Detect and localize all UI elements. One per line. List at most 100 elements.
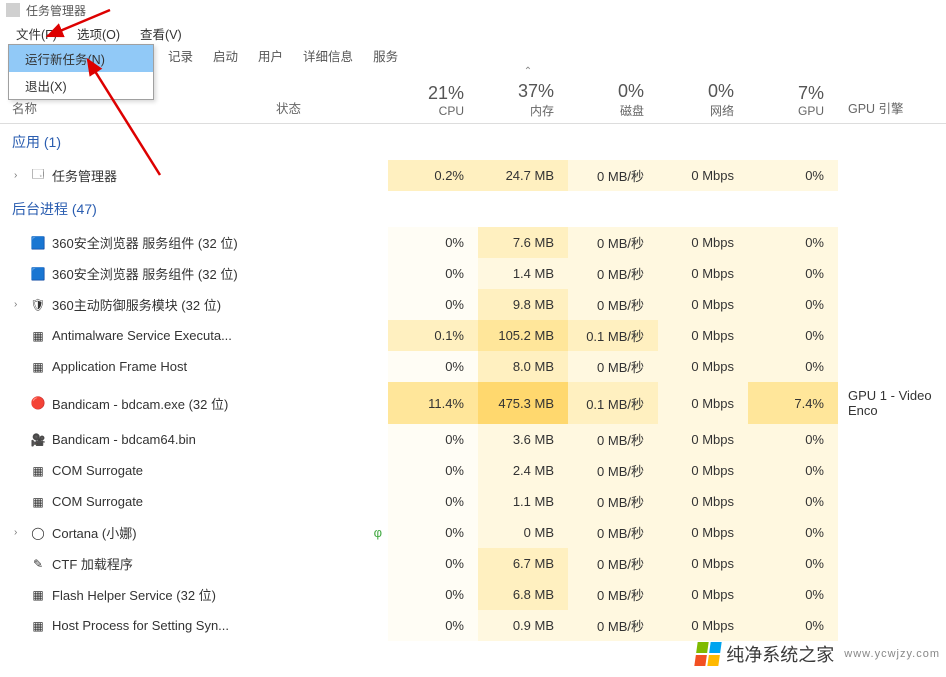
process-icon: 🛡 [30,297,46,313]
mem-cell: 2.4 MB [478,455,568,486]
mem-cell: 0.9 MB [478,610,568,641]
net-cell: 0 Mbps [658,227,748,258]
process-name: Host Process for Setting Syn... [52,618,229,633]
gpu-cell: 0% [748,258,838,289]
status-cell [268,160,388,191]
tab-services[interactable]: 服务 [363,44,408,66]
process-name: Cortana (小娜) [52,523,137,542]
menu-view[interactable]: 查看(V) [130,22,192,40]
process-row[interactable]: ▦Application Frame Host0%8.0 MB0 MB/秒0 M… [0,351,946,382]
status-cell [268,382,388,424]
process-row[interactable]: ›🛡360主动防御服务模块 (32 位)0%9.8 MB0 MB/秒0 Mbps… [0,289,946,320]
net-cell: 0 Mbps [658,320,748,351]
status-cell [268,258,388,289]
process-name: CTF 加载程序 [52,554,133,573]
process-row[interactable]: 🟦360安全浏览器 服务组件 (32 位)0%1.4 MB0 MB/秒0 Mbp… [0,258,946,289]
process-row[interactable]: ✎CTF 加载程序0%6.7 MB0 MB/秒0 Mbps0% [0,548,946,579]
process-icon: 🟦 [30,266,46,282]
mem-percent: 37% [486,81,554,102]
menu-exit[interactable]: 退出(X) [9,72,153,99]
gpu-cell: 0% [748,227,838,258]
gpu-engine-cell [838,579,946,610]
col-network[interactable]: 0% 网络 [658,77,748,124]
net-percent: 0% [666,81,734,102]
disk-label: 磁盘 [576,102,644,119]
file-menu-dropdown: 运行新任务(N) 退出(X) [8,44,154,100]
cpu-cell: 0% [388,517,478,548]
gpu-cell: 0% [748,160,838,191]
gpu-engine-cell [838,160,946,191]
expand-toggle-icon[interactable]: › [14,527,24,538]
process-row[interactable]: ▦Antimalware Service Executa...0.1%105.2… [0,320,946,351]
disk-cell: 0 MB/秒 [568,579,658,610]
gpu-cell: 0% [748,320,838,351]
net-cell: 0 Mbps [658,517,748,548]
net-cell: 0 Mbps [658,548,748,579]
expand-toggle-icon[interactable]: › [14,299,24,310]
watermark-text: 纯净系统之家 [726,641,834,667]
mem-cell: 6.8 MB [478,579,568,610]
gpu-engine-cell [838,258,946,289]
status-cell [268,227,388,258]
net-cell: 0 Mbps [658,382,748,424]
col-gpu-engine[interactable]: GPU 引擎 [838,77,946,124]
process-name: Flash Helper Service (32 位) [52,585,216,604]
menu-file[interactable]: 文件(F) [6,22,67,40]
cpu-cell: 11.4% [388,382,478,424]
process-icon: 🔴 [30,395,46,411]
disk-cell: 0 MB/秒 [568,258,658,289]
col-disk[interactable]: 0% 磁盘 [568,77,658,124]
process-row[interactable]: ▦Flash Helper Service (32 位)0%6.8 MB0 MB… [0,579,946,610]
process-row[interactable]: ▦COM Surrogate0%1.1 MB0 MB/秒0 Mbps0% [0,486,946,517]
status-cell [268,548,388,579]
gpu-engine-cell [838,289,946,320]
tab-details[interactable]: 详细信息 [293,44,363,66]
process-row[interactable]: ›🗔任务管理器0.2%24.7 MB0 MB/秒0 Mbps0% [0,160,946,191]
gpu-cell: 7.4% [748,382,838,424]
net-label: 网络 [666,102,734,119]
group-header[interactable]: 应用 (1) [0,124,946,161]
menu-options[interactable]: 选项(O) [67,22,130,40]
cpu-cell: 0% [388,486,478,517]
process-row[interactable]: ›◯Cortana (小娜)φ0%0 MB0 MB/秒0 Mbps0% [0,517,946,548]
col-status[interactable]: 状态 [268,77,388,124]
tab-users[interactable]: 用户 [248,44,293,66]
gpu-engine-cell [838,320,946,351]
process-name: COM Surrogate [52,463,143,478]
gpu-cell: 0% [748,517,838,548]
process-row[interactable]: ▦Host Process for Setting Syn...0%0.9 MB… [0,610,946,641]
disk-cell: 0 MB/秒 [568,351,658,382]
process-name: 360安全浏览器 服务组件 (32 位) [52,264,238,283]
process-row[interactable]: 🎥Bandicam - bdcam64.bin0%3.6 MB0 MB/秒0 M… [0,424,946,455]
menu-run-new-task[interactable]: 运行新任务(N) [9,45,153,72]
tab-app-history-partial[interactable]: 记录 [158,44,203,66]
cpu-cell: 0% [388,227,478,258]
group-header[interactable]: 后台进程 (47) [0,191,946,227]
gpu-cell: 0% [748,351,838,382]
disk-cell: 0 MB/秒 [568,227,658,258]
process-icon: 🗔 [30,168,46,184]
process-icon: 🟦 [30,235,46,251]
gpu-engine-cell [838,517,946,548]
col-cpu[interactable]: 21% CPU [388,77,478,124]
process-row[interactable]: 🟦360安全浏览器 服务组件 (32 位)0%7.6 MB0 MB/秒0 Mbp… [0,227,946,258]
mem-cell: 475.3 MB [478,382,568,424]
disk-cell: 0 MB/秒 [568,160,658,191]
process-row[interactable]: ▦COM Surrogate0%2.4 MB0 MB/秒0 Mbps0% [0,455,946,486]
mem-label: 内存 [486,102,554,119]
process-icon: ✎ [30,556,46,572]
expand-toggle-icon[interactable]: › [14,170,24,181]
process-name: 360主动防御服务模块 (32 位) [52,295,221,314]
gpu-label: GPU [756,104,824,118]
cpu-cell: 0.1% [388,320,478,351]
process-name: 360安全浏览器 服务组件 (32 位) [52,233,238,252]
process-row[interactable]: 🔴Bandicam - bdcam.exe (32 位)11.4%475.3 M… [0,382,946,424]
col-gpu[interactable]: 7% GPU [748,77,838,124]
col-memory[interactable]: 37% 内存 [478,77,568,124]
cpu-cell: 0% [388,548,478,579]
process-icon: ▦ [30,463,46,479]
gpu-cell: 0% [748,610,838,641]
task-manager-icon [6,3,20,17]
net-cell: 0 Mbps [658,579,748,610]
tab-startup[interactable]: 启动 [203,44,248,66]
